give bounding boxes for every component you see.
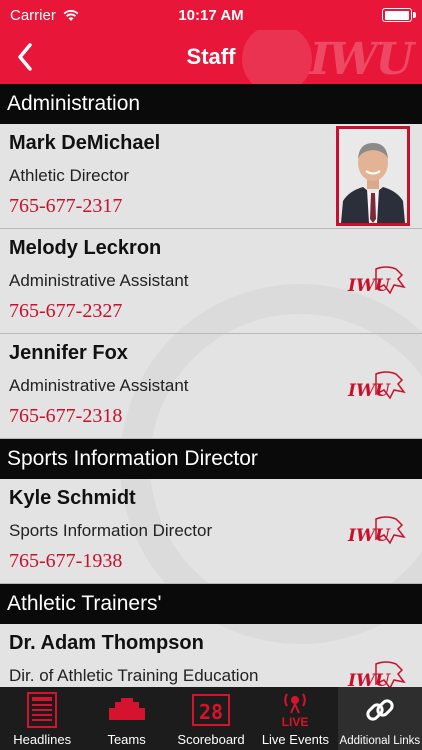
staff-row[interactable]: Mark DeMichael Athletic Director 765-677…	[0, 124, 422, 229]
staff-name: Melody Leckron	[9, 237, 162, 259]
staff-title: Administrative Assistant	[9, 376, 189, 395]
status-left: Carrier	[10, 7, 80, 24]
staff-name: Dr. Adam Thompson	[9, 632, 204, 654]
tab-teams[interactable]: Teams	[84, 687, 168, 750]
tab-bar: Headlines Teams 28 Scoreboard LIVE Live …	[0, 687, 422, 750]
status-bar: Carrier 10:17 AM	[0, 0, 422, 30]
tab-label: Teams	[107, 732, 146, 747]
links-icon	[360, 690, 400, 730]
svg-text:28: 28	[199, 700, 223, 724]
svg-text:IWU: IWU	[347, 526, 391, 546]
staff-phone-link[interactable]: 765-677-2327	[9, 300, 122, 323]
staff-row[interactable]: Jennifer Fox Administrative Assistant 76…	[0, 334, 422, 439]
staff-title: Dir. of Athletic Training Education	[9, 666, 259, 685]
staff-photo	[336, 126, 410, 226]
section-header-administration: Administration	[0, 84, 422, 124]
tab-additional-links[interactable]: Additional Links	[337, 687, 422, 750]
iwu-logo-icon: IWU	[347, 661, 406, 687]
svg-text:LIVE: LIVE	[282, 715, 309, 729]
person-photo-icon	[339, 129, 407, 223]
staff-title: Administrative Assistant	[9, 271, 189, 290]
svg-text:IWU: IWU	[347, 276, 391, 296]
staff-phone-link[interactable]: 765-677-2318	[9, 405, 122, 428]
staff-row[interactable]: Dr. Adam Thompson Dir. of Athletic Train…	[0, 624, 422, 687]
staff-name: Kyle Schmidt	[9, 487, 136, 509]
tab-scoreboard[interactable]: 28 Scoreboard	[169, 687, 253, 750]
staff-name: Mark DeMichael	[9, 132, 161, 154]
tab-headlines[interactable]: Headlines	[0, 687, 84, 750]
section-header-sports-information: Sports Information Director	[0, 439, 422, 479]
carrier-label: Carrier	[10, 6, 56, 24]
battery-icon	[382, 8, 416, 22]
staff-title: Athletic Director	[9, 166, 129, 185]
teams-icon	[107, 690, 147, 730]
staff-row[interactable]: Kyle Schmidt Sports Information Director…	[0, 479, 422, 584]
iwu-logo-icon: IWU	[347, 266, 406, 296]
staff-phone-link[interactable]: 765-677-1938	[9, 550, 122, 573]
news-icon	[22, 690, 62, 730]
scoreboard-icon: 28	[191, 690, 231, 730]
tab-label: Live Events	[261, 732, 330, 747]
staff-name: Jennifer Fox	[9, 342, 128, 364]
live-icon: LIVE	[275, 690, 315, 730]
page-title: Staff	[186, 44, 236, 69]
tab-label: Scoreboard	[177, 732, 245, 747]
tab-label: Headlines	[13, 732, 72, 747]
svg-text:IWU: IWU	[347, 671, 391, 687]
staff-list[interactable]: Administration Mark DeMichael Athletic D…	[0, 84, 422, 687]
svg-text:IWU: IWU	[347, 381, 391, 401]
tab-label: Additional Links	[339, 735, 421, 747]
iwu-logo-icon: IWU	[347, 516, 406, 546]
staff-title: Sports Information Director	[9, 521, 213, 540]
nav-bar: IWU Staff	[0, 30, 422, 84]
wifi-icon	[63, 10, 79, 21]
iwu-logo-icon: IWU	[347, 371, 406, 401]
staff-row[interactable]: Melody Leckron Administrative Assistant …	[0, 229, 422, 334]
staff-phone-link[interactable]: 765-677-2317	[9, 195, 122, 218]
section-header-athletic-trainers: Athletic Trainers'	[0, 584, 422, 624]
tab-live-events[interactable]: LIVE Live Events	[253, 687, 337, 750]
